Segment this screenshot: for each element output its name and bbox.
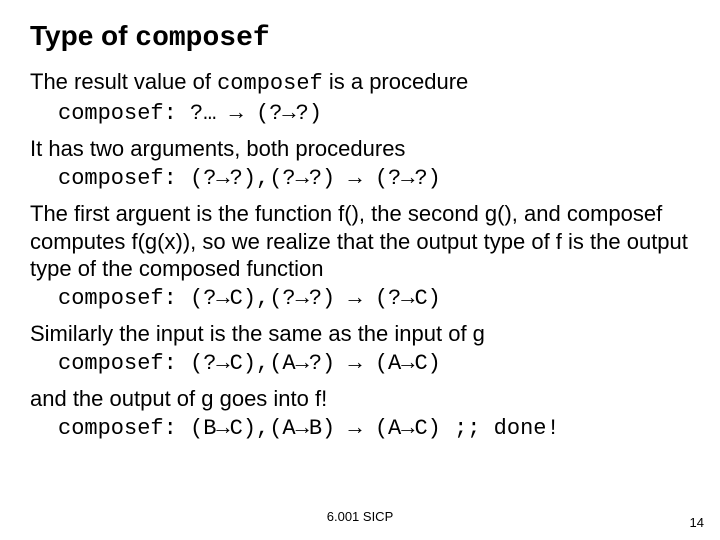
p3-sig: composef: (?→C),(?→?) → (?→C): [58, 285, 690, 313]
p5-sig: composef: (B→C),(A→B) → (A→C) ;; done!: [58, 415, 690, 443]
slide-title: Type of composef: [30, 20, 690, 54]
paragraph-5: and the output of g goes into f! compose…: [30, 385, 690, 442]
p1-text: The result value of: [30, 69, 217, 94]
footer-course: 6.001 SICP: [0, 509, 720, 524]
p4-text: Similarly the input is the same as the i…: [30, 321, 485, 346]
p3-text: The first arguent is the function f(), t…: [30, 201, 688, 281]
p5-text: and the output of g goes into f!: [30, 386, 327, 411]
p4-sig: composef: (?→C),(A→?) → (A→C): [58, 350, 690, 378]
p1-sig: composef: ?… → (?→?): [58, 100, 690, 128]
p2-sig: composef: (?→?),(?→?) → (?→?): [58, 165, 690, 193]
title-mono: composef: [135, 23, 269, 54]
paragraph-2: It has two arguments, both procedures co…: [30, 135, 690, 192]
slide-content: Type of composef The result value of com…: [0, 0, 720, 442]
p2-text: It has two arguments, both procedures: [30, 136, 405, 161]
paragraph-3: The first arguent is the function f(), t…: [30, 200, 690, 312]
paragraph-4: Similarly the input is the same as the i…: [30, 320, 690, 377]
paragraph-1: The result value of composef is a proced…: [30, 68, 690, 127]
footer-page-number: 14: [690, 515, 704, 530]
title-prefix: Type of: [30, 20, 135, 51]
p1-tail: is a procedure: [323, 69, 469, 94]
p1-mono: composef: [217, 71, 323, 96]
